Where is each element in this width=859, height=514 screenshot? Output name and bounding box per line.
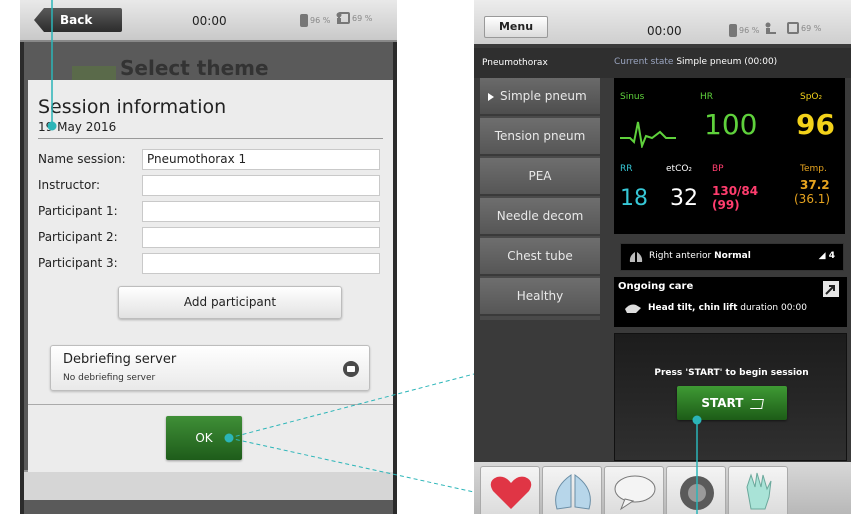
callout-overlay [47,0,702,514]
page-root: Select theme Back 00:00 96 % 69 % Sessio… [0,0,859,514]
